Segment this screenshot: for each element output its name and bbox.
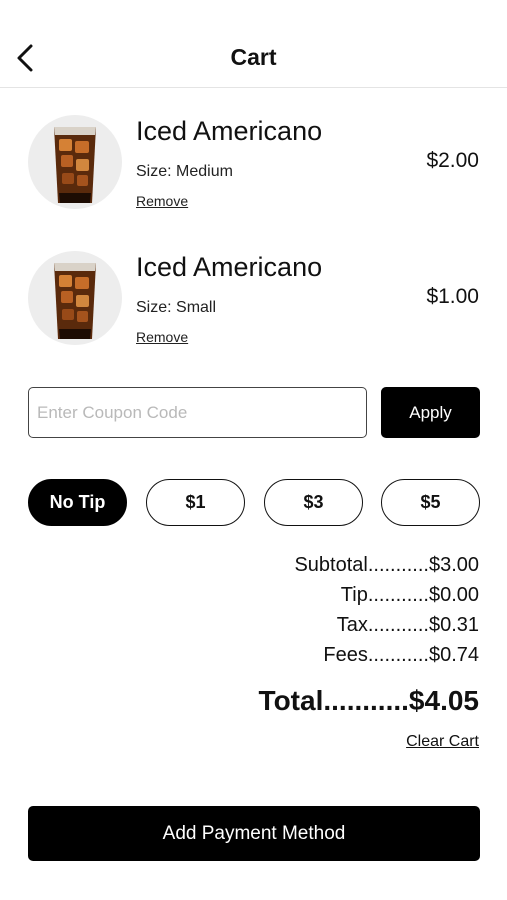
tip-option-3[interactable]: $3 (264, 479, 363, 526)
header-bar: Cart (0, 0, 507, 88)
cart-item: Iced Americano Size: Small Remove $1.00 (0, 246, 507, 366)
clear-cart-link[interactable]: Clear Cart (406, 733, 479, 751)
item-size: Size: Medium (136, 163, 233, 180)
item-size: Size: Small (136, 299, 217, 316)
add-payment-method-button[interactable]: Add Payment Method (28, 806, 480, 861)
remove-link[interactable]: Remove (136, 193, 188, 209)
tip-line: Tip...........$0.00 (340, 584, 479, 606)
subtotal-line: Subtotal...........$3.00 (294, 554, 479, 576)
tip-option-5[interactable]: $5 (381, 479, 480, 526)
tip-option-none[interactable]: No Tip (28, 479, 127, 526)
tax-line: Tax...........$0.31 (336, 614, 479, 636)
tip-option-1[interactable]: $1 (146, 479, 245, 526)
item-price: $1.00 (426, 285, 479, 308)
apply-coupon-button[interactable]: Apply (381, 387, 480, 438)
iced-americano-image (28, 115, 122, 209)
coupon-code-input[interactable] (28, 387, 367, 438)
item-price: $2.00 (426, 149, 479, 172)
total-line: Total...........$4.05 (258, 685, 479, 716)
item-name: Iced Americano (136, 116, 323, 146)
page-title: Cart (230, 44, 277, 70)
cart-item: Iced Americano Size: Medium Remove $2.00 (0, 110, 507, 230)
item-name: Iced Americano (136, 252, 323, 282)
remove-link[interactable]: Remove (136, 329, 188, 345)
iced-americano-image (28, 251, 122, 345)
fees-line: Fees...........$0.74 (323, 644, 479, 666)
